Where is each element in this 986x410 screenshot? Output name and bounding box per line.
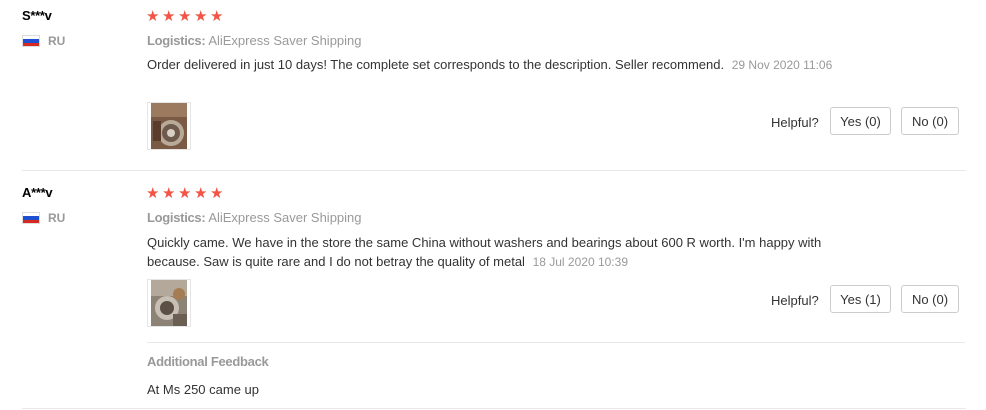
review-item: A***v RU ★ ★ ★ ★ ★ Logistics: AliExpress Sav… xyxy=(0,171,966,410)
star-icon: ★ xyxy=(210,8,224,25)
additional-feedback-title: Additional Feedback xyxy=(147,354,269,369)
star-icon: ★ xyxy=(162,8,176,25)
reviewer-country: RU xyxy=(22,211,65,225)
star-icon: ★ xyxy=(210,185,224,202)
star-rating: ★ ★ ★ ★ ★ xyxy=(146,9,226,24)
review-date: 29 Nov 2020 11:06 xyxy=(731,58,833,72)
star-icon: ★ xyxy=(178,185,192,202)
reviewer-name: A***v xyxy=(22,185,53,200)
star-rating: ★ ★ ★ ★ ★ xyxy=(146,186,226,201)
photo-thumbnail xyxy=(151,103,187,149)
russia-flag-icon xyxy=(22,212,40,224)
country-code: RU xyxy=(48,211,66,225)
helpful-label: Helpful? xyxy=(771,115,819,130)
review-divider xyxy=(22,408,966,409)
star-icon: ★ xyxy=(194,8,208,25)
logistics-label: Logistics: xyxy=(147,210,206,225)
russia-flag-icon xyxy=(22,35,40,47)
star-icon: ★ xyxy=(194,185,208,202)
logistics-value: AliExpress Saver Shipping xyxy=(208,210,362,225)
photo-thumbnail xyxy=(151,280,187,326)
comment-text: Order delivered in just 10 days! The com… xyxy=(147,57,725,72)
additional-feedback-divider xyxy=(147,342,965,343)
star-icon: ★ xyxy=(162,185,176,202)
logistics-label: Logistics: xyxy=(147,33,206,48)
review-photo[interactable] xyxy=(147,279,191,327)
reviewer-country: RU xyxy=(22,34,65,48)
star-icon: ★ xyxy=(146,8,160,25)
star-icon: ★ xyxy=(178,8,192,25)
logistics-info: Logistics: AliExpress Saver Shipping xyxy=(147,33,362,48)
country-code: RU xyxy=(48,34,66,48)
reviewer-name: S***v xyxy=(22,8,52,23)
additional-feedback-text: At Ms 250 came up xyxy=(147,382,259,397)
helpful-no-button[interactable]: No (0) xyxy=(901,285,959,313)
review-date: 18 Jul 2020 10:39 xyxy=(532,255,628,269)
review-item: S***v RU ★ ★ ★ ★ ★ Logistics: AliExpress Sav… xyxy=(0,0,966,170)
review-comment: Quickly came. We have in the store the s… xyxy=(147,233,862,272)
comment-text: Quickly came. We have in the store the s… xyxy=(147,235,822,269)
review-comment: Order delivered in just 10 days! The com… xyxy=(147,55,847,75)
review-photo[interactable] xyxy=(147,102,191,150)
logistics-value: AliExpress Saver Shipping xyxy=(208,33,362,48)
helpful-no-button[interactable]: No (0) xyxy=(901,107,959,135)
helpful-label: Helpful? xyxy=(771,293,819,308)
star-icon: ★ xyxy=(146,185,160,202)
helpful-yes-button[interactable]: Yes (1) xyxy=(830,285,891,313)
helpful-yes-button[interactable]: Yes (0) xyxy=(830,107,891,135)
logistics-info: Logistics: AliExpress Saver Shipping xyxy=(147,210,362,225)
